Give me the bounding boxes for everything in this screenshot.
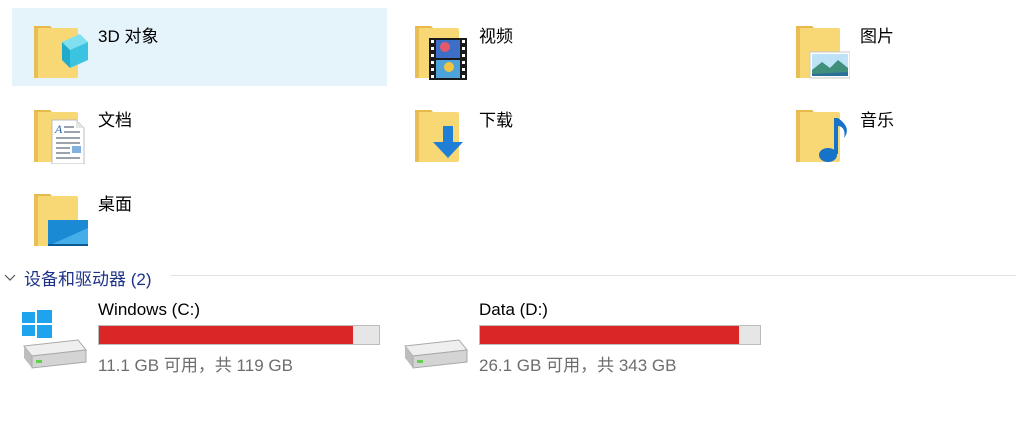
- folder-desktop[interactable]: 桌面: [12, 176, 387, 254]
- downloads-folder-icon: [409, 100, 469, 164]
- folder-music[interactable]: 音乐: [774, 92, 1014, 170]
- folder-label: 视频: [479, 27, 513, 46]
- drive-free-space: 11.1 GB 可用，共 119 GB: [98, 356, 293, 375]
- folder-label: 图片: [860, 27, 894, 46]
- folder-label: 桌面: [98, 195, 132, 214]
- folder-videos[interactable]: 视频: [393, 8, 768, 86]
- folder-label: 3D 对象: [98, 27, 159, 46]
- desktop-folder-icon: [28, 184, 88, 248]
- drive-usage-bar: [479, 325, 761, 345]
- folder-pictures[interactable]: 图片: [774, 8, 1014, 86]
- windows-drive-icon: [20, 310, 90, 372]
- folder-label: 下载: [479, 111, 513, 130]
- videos-folder-icon: [409, 16, 469, 80]
- drive-c[interactable]: Windows (C:) 11.1 GB 可用，共 119 GB: [20, 296, 400, 380]
- folder-label: 音乐: [860, 111, 894, 130]
- section-divider: [170, 275, 1016, 276]
- pictures-folder-icon: [790, 16, 851, 80]
- drive-usage-fill: [480, 326, 739, 344]
- drive-name: Data (D:): [479, 300, 548, 319]
- section-title: 设备和驱动器 (2): [24, 270, 152, 289]
- folder-downloads[interactable]: 下载: [393, 92, 768, 170]
- drive-d[interactable]: Data (D:) 26.1 GB 可用，共 343 GB: [401, 296, 781, 380]
- drive-usage-fill: [99, 326, 353, 344]
- 3d-objects-folder-icon: [28, 16, 88, 80]
- documents-folder-icon: A: [28, 100, 88, 165]
- chevron-down-icon[interactable]: [4, 270, 16, 281]
- drive-name: Windows (C:): [98, 300, 201, 319]
- data-drive-icon: [401, 310, 471, 372]
- folder-label: 文档: [98, 111, 132, 130]
- drive-usage-bar: [98, 325, 380, 345]
- folder-documents[interactable]: A 文档: [12, 92, 387, 170]
- drive-free-space: 26.1 GB 可用，共 343 GB: [479, 356, 677, 375]
- music-folder-icon: [790, 100, 850, 164]
- svg-text:A: A: [54, 122, 63, 136]
- devices-section-header[interactable]: 设备和驱动器 (2): [0, 260, 1016, 290]
- folder-3d-objects[interactable]: 3D 对象: [12, 8, 387, 86]
